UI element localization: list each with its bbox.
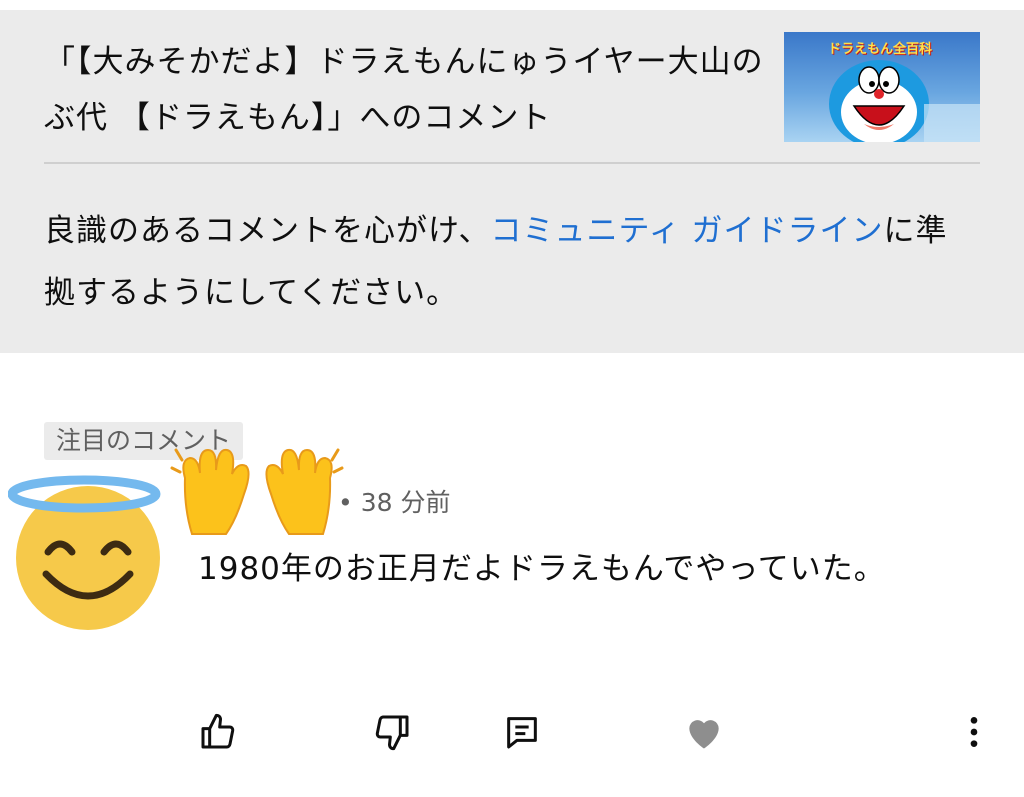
video-title[interactable]: 「【大みそかだよ】ドラえもんにゅうイヤー大山のぶ代 【ドラえもん】」へのコメント (44, 34, 764, 146)
comment-actions (0, 700, 1024, 764)
comments-screen: 「【大みそかだよ】ドラえもんにゅうイヤー大山のぶ代 【ドラえもん】」へのコメント… (0, 0, 1024, 797)
header-divider (44, 162, 980, 164)
top-strip (0, 0, 1024, 10)
dislike-button[interactable] (368, 708, 416, 756)
video-thumbnail[interactable]: ドラえもん全百科 (784, 32, 980, 142)
comment-text: 1980年のお正月だよドラえもんでやっていた。 (198, 551, 886, 587)
thumbs-down-icon (375, 715, 409, 751)
comment-meta: • 38 分前 (338, 488, 451, 517)
smiling-face-with-halo-icon[interactable] (7, 470, 168, 630)
community-guidelines-link[interactable]: コミュニティ ガイドライン (490, 213, 883, 249)
raising-hands-icon (170, 438, 345, 538)
community-guideline-notice: 良識のあるコメントを心がけ、コミュニティ ガイドラインに準拠するようにしてくださ… (44, 200, 974, 324)
more-vert-icon (970, 717, 978, 747)
guideline-text-before: 良識のあるコメントを心がけ、 (44, 213, 491, 249)
comment-icon (507, 717, 537, 749)
reply-button[interactable] (498, 708, 546, 756)
comments-header: 「【大みそかだよ】ドラえもんにゅうイヤー大山のぶ代 【ドラえもん】」へのコメント… (0, 0, 1024, 353)
heart-icon (689, 720, 719, 749)
thumbs-up-icon (201, 713, 235, 749)
like-button[interactable] (194, 708, 242, 756)
more-button[interactable] (950, 708, 998, 756)
thumbnail-title: ドラえもん全百科 (828, 42, 933, 57)
heart-button[interactable] (680, 708, 728, 756)
